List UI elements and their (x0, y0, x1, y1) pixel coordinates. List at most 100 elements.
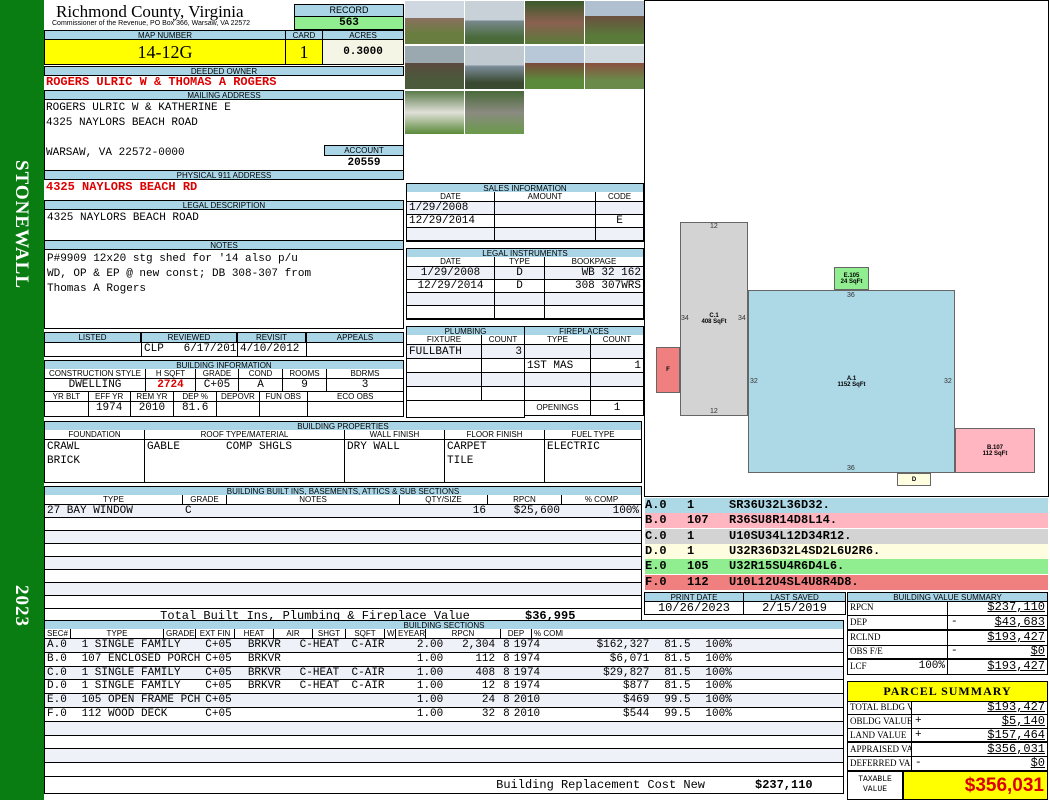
section-cell (45, 763, 80, 776)
sketch-section-b[interactable]: B.107 112 SqFt (955, 428, 1035, 473)
sketch-code-type: 1 (687, 528, 695, 543)
section-header: TYPE (71, 629, 164, 638)
sketch-section-e[interactable]: E.105 24 SqFt (834, 267, 869, 290)
value-summary-pct (888, 630, 948, 645)
section-cell: 112 (475, 652, 496, 665)
parcel-summary-row: DEFERRED VALUE- $0 (847, 757, 1048, 771)
fireplace-cell: 1 (634, 360, 641, 372)
table-row: E.0 105 OPEN FRAME PCH C+05 1.00 24 8 2010 $469… (45, 694, 843, 708)
section-cell: 99.5 (664, 694, 691, 707)
value-summary-row: RPCN $237,110 (847, 601, 1048, 616)
sketch-code-section: D.0 (645, 543, 667, 558)
section-cell: 408 (475, 666, 496, 679)
property-photo[interactable] (465, 91, 524, 134)
section-cell (651, 749, 692, 762)
sales-cell (596, 202, 643, 214)
building-info-header: ROOMS (283, 369, 327, 378)
value-summary-row: DEP - $43,683 (847, 615, 1048, 631)
table-row: 1/29/2008 D WB 32 162 (407, 267, 643, 280)
value-summary-sign (948, 660, 962, 674)
value-summary-label: DEP (850, 616, 868, 627)
sketch-code-section: F.0 (645, 574, 667, 589)
parcel-summary-label: OBLDG VALUE (850, 715, 912, 728)
table-row (45, 531, 641, 544)
foundation-values: CRAWL BRICK (45, 440, 145, 482)
replacement-cost-label: Building Replacement Cost New (496, 777, 705, 792)
reviewed-value: CLP 6/17/2014 (144, 343, 238, 356)
instrument-header: DATE (407, 257, 495, 266)
section-cell: 100% (705, 707, 732, 720)
property-photo[interactable] (465, 46, 524, 89)
instrument-cell (495, 306, 545, 318)
section-cell (552, 722, 652, 735)
section-cell: C+05 (205, 652, 232, 665)
built-in-cell (562, 518, 641, 530)
notes-line-1: P#9909 12x20 stg shed for '14 also p/u (47, 253, 298, 265)
acres-value: 0.3000 (322, 39, 404, 65)
sketch-section-d[interactable]: D (897, 473, 931, 486)
built-in-cell (400, 596, 488, 608)
building-info-header: FUN OBS (260, 392, 308, 401)
section-cell: $6,071 (609, 652, 650, 665)
review-table: LISTED REVIEWED REVISIT APPEALS CLP 6/17… (44, 332, 404, 357)
property-photo[interactable] (525, 1, 584, 44)
section-cell: 2,304 (462, 639, 496, 651)
plumbing-cell (407, 359, 482, 372)
section-cell: 1974 (513, 680, 541, 693)
section-cell: $469 (622, 694, 650, 707)
property-photo[interactable] (585, 46, 644, 89)
section-header: EXT FIN (196, 629, 235, 638)
property-photo[interactable] (405, 1, 464, 44)
value-summary-amount: $237,110 (987, 601, 1045, 614)
instrument-cell: WB 32 162 (581, 267, 641, 279)
section-cell (497, 763, 512, 776)
value-summary-pct (888, 645, 948, 659)
built-in-cell (227, 557, 400, 569)
building-info-value (260, 402, 308, 416)
section-cell (445, 763, 497, 776)
built-in-cell (562, 544, 641, 556)
table-row: D.0 1 SINGLE FAMILY C+05 BRKVR C-HEAT C-AIR 1.… (45, 680, 843, 695)
sales-cell: E (616, 215, 623, 227)
sketch-section-a[interactable]: A.1 1152 SqFt (748, 290, 955, 473)
parcel-summary-label: TOTAL BLDG VALUE (850, 701, 912, 714)
section-cell (552, 749, 652, 762)
parcel-summary-amount: $356,031 (987, 743, 1045, 756)
sketch-code-type: 1 (687, 543, 695, 558)
fireplace-cell (591, 373, 643, 386)
built-in-cell (488, 531, 562, 543)
property-photo[interactable] (585, 1, 644, 44)
section-cell (401, 763, 445, 776)
section-cell: C-HEAT (299, 639, 340, 651)
property-photo[interactable] (525, 46, 584, 89)
section-cell: $162,327 (596, 639, 650, 651)
parcel-summary-sign: + (915, 729, 922, 741)
section-cell: 1.00 (416, 666, 444, 679)
built-in-cell (400, 518, 488, 530)
value-summary-row: OBS F/E - $0 (847, 645, 1048, 661)
building-info-value: C+05 (196, 379, 239, 391)
sales-header: DATE (407, 192, 495, 201)
value-summary-label: LCF (850, 661, 867, 672)
built-in-cell (488, 570, 562, 582)
property-photo[interactable] (405, 46, 464, 89)
sketch-section-f[interactable]: F (656, 347, 680, 393)
property-photo[interactable] (405, 91, 464, 134)
county-subtitle: Commissioner of the Revenue, PO Box 366,… (52, 20, 251, 27)
built-in-cell (562, 570, 641, 582)
instrument-cell (495, 293, 545, 305)
plumbing-header: COUNT (488, 335, 518, 344)
section-cell: 105 OPEN FRAME PCH (81, 694, 201, 707)
property-photo[interactable] (465, 1, 524, 44)
section-cell: 8 (503, 666, 510, 679)
section-cell: 1.00 (416, 680, 444, 693)
section-cell: 1 SINGLE FAMILY (81, 639, 181, 651)
parcel-summary-title: PARCEL SUMMARY (847, 681, 1048, 702)
tax-year: 2023 (11, 585, 32, 627)
building-info-value (217, 402, 260, 416)
sketch-code-vector: SR36U32L36D32. (729, 498, 830, 512)
built-in-header: QTY/SIZE (400, 495, 488, 504)
section-cell (350, 749, 402, 762)
section-cell (298, 722, 350, 735)
sketch-section-label: D (911, 476, 917, 483)
